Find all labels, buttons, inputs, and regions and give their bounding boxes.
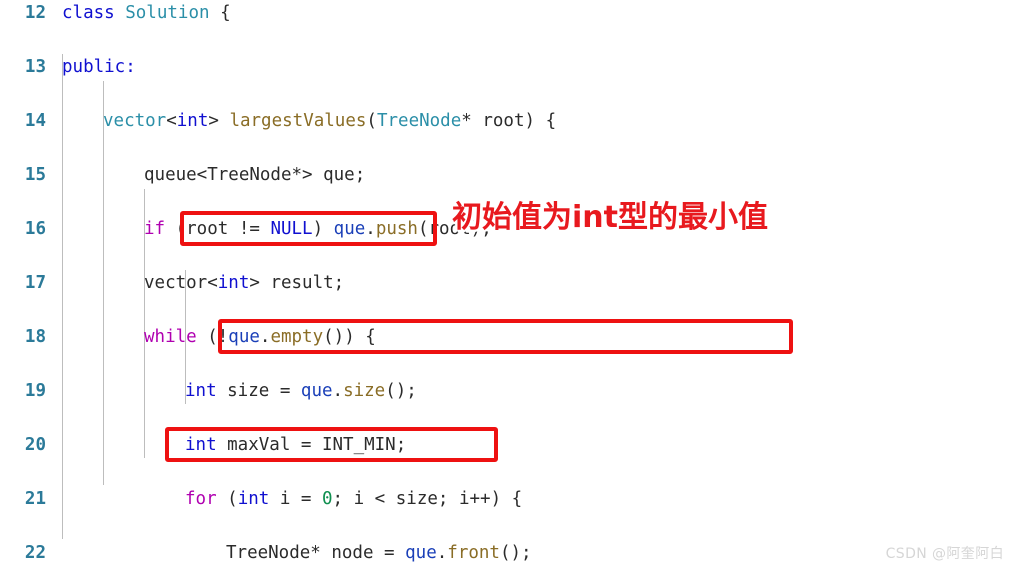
code-line-15[interactable]: 15 queue<TreeNode*> que;	[0, 162, 1030, 189]
token-class-name: Solution	[125, 3, 210, 23]
token-type-vector: vector	[103, 111, 167, 131]
token-object-que: que	[405, 543, 437, 563]
token-result-declaration: > result;	[249, 273, 345, 293]
token-call-end: ();	[385, 381, 417, 401]
line-source: int size = que.size();	[185, 378, 417, 405]
token-method-front: front	[447, 543, 500, 563]
token-method-size: size	[343, 381, 386, 401]
code-line-22[interactable]: 22 TreeNode* node = que.front();	[0, 540, 1030, 567]
token-vector-open: vector<	[144, 273, 218, 293]
line-source: public:	[62, 54, 136, 81]
token-pointer-star: *	[461, 111, 483, 131]
line-source: TreeNode* node = que.front();	[226, 540, 532, 567]
token-call-end: ();	[499, 543, 532, 563]
line-number: 17	[24, 273, 46, 293]
token-brace: {	[209, 3, 231, 23]
code-line-14[interactable]: 14 vector<int> largestValues(TreeNode* r…	[0, 108, 1030, 135]
line-number: 21	[24, 489, 46, 509]
token-paren-close: ) {	[524, 111, 557, 131]
code-line-12[interactable]: 12 class Solution {	[0, 0, 1030, 27]
token-paren-open: (	[216, 489, 238, 509]
code-line-13[interactable]: 13 public:	[0, 54, 1030, 81]
csdn-watermark: CSDN @阿奎阿白	[885, 546, 1004, 562]
token-loop-rest: ; i < size; i++) {	[332, 489, 523, 509]
line-source: vector<int> result;	[144, 270, 344, 297]
line-number: 20	[24, 435, 46, 455]
line-source: queue<TreeNode*> que;	[144, 162, 365, 189]
token-loop-var: i =	[269, 489, 322, 509]
token-keyword-class: class	[62, 3, 115, 23]
token-type-int: int	[217, 273, 250, 293]
token-node-declaration: TreeNode* node =	[226, 543, 406, 563]
token-angle-open: <	[166, 111, 177, 131]
token-dot: .	[436, 543, 448, 563]
token-dot: .	[332, 381, 344, 401]
token-queue-declaration: queue<TreeNode*> que;	[144, 165, 366, 185]
token-angle-close: >	[208, 111, 230, 131]
line-number: 14	[24, 111, 46, 131]
line-number: 12	[24, 3, 46, 23]
highlight-box-line-28	[165, 427, 498, 462]
code-line-17[interactable]: 17 vector<int> result;	[0, 270, 1030, 297]
token-number-zero: 0	[321, 489, 333, 509]
token-function-name: largestValues	[229, 111, 367, 131]
line-number: 13	[24, 57, 46, 77]
line-source: for (int i = 0; i < size; i++) {	[185, 486, 522, 513]
token-type-int: int	[176, 111, 209, 131]
line-number: 15	[24, 165, 46, 185]
token-type-int: int	[237, 489, 270, 509]
token-keyword-if: if	[144, 219, 166, 239]
token-type-int: int	[185, 381, 217, 401]
token-size-assign: size =	[216, 381, 301, 401]
token-keyword-for: for	[185, 489, 217, 509]
annotation-note-text: 初始值为int型的最小值	[452, 200, 768, 235]
line-number: 19	[24, 381, 46, 401]
code-line-20[interactable]: 20 int maxVal = INT_MIN;	[0, 432, 1030, 459]
line-source: vector<int> largestValues(TreeNode* root…	[103, 108, 556, 135]
line-number: 18	[24, 327, 46, 347]
code-line-21[interactable]: 21 for (int i = 0; i < size; i++) {	[0, 486, 1030, 513]
token-access-specifier: public:	[62, 57, 136, 77]
code-line-19[interactable]: 19 int size = que.size();	[0, 378, 1030, 405]
token-keyword-while: while	[144, 327, 197, 347]
token-type-treenode: TreeNode	[376, 111, 462, 131]
code-editor-pane[interactable]: 12 class Solution { 13 public: 14 vector…	[0, 0, 1030, 573]
highlight-box-line-24	[218, 319, 793, 354]
line-number: 22	[24, 543, 46, 563]
token-paren-open: (	[366, 111, 377, 131]
screenshot-root: 12 class Solution { 13 public: 14 vector…	[0, 0, 1030, 573]
line-source: class Solution {	[62, 0, 231, 27]
token-param-root: root	[482, 111, 525, 131]
token-object-que: que	[300, 381, 333, 401]
highlight-box-line-20	[180, 211, 437, 246]
line-number: 16	[24, 219, 46, 239]
